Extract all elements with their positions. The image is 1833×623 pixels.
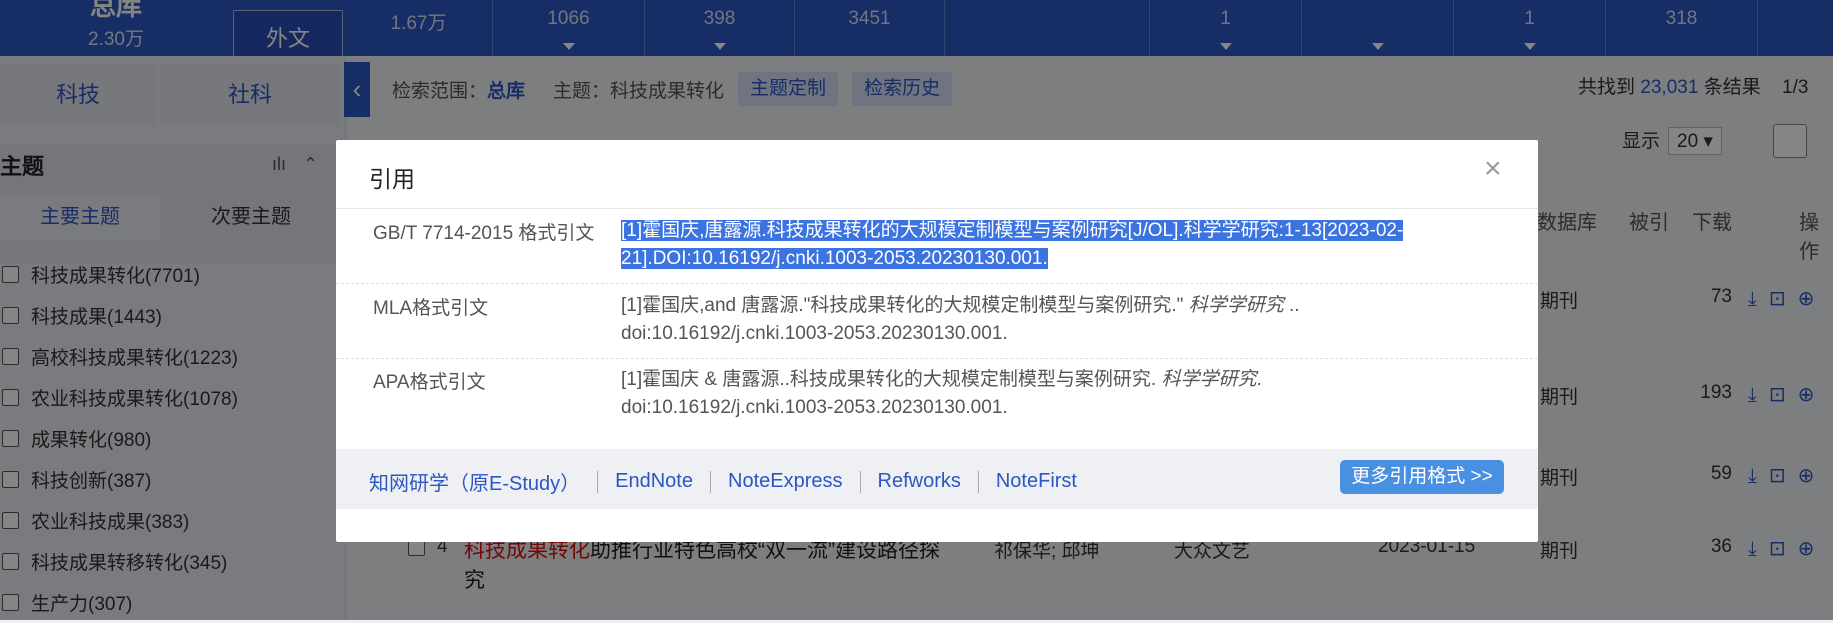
more-formats-button[interactable]: 更多引用格式 >>	[1340, 460, 1504, 494]
export-endnote-link[interactable]: EndNote	[615, 470, 693, 493]
export-refworks-link[interactable]: Refworks	[878, 470, 961, 493]
citation-part: .	[1256, 369, 1262, 390]
separator	[859, 470, 861, 493]
selected-citation: [1]霍国庆,唐露源.科技成果转化的大规模定制模型与案例研究[J/OL].科学学…	[621, 220, 1404, 269]
citation-text[interactable]: [1]霍国庆,and 唐露源."科技成果转化的大规模定制模型与案例研究." 科学…	[621, 292, 1451, 348]
dialog-title: 引用	[369, 166, 415, 192]
journal-name: 科学学研究	[1161, 369, 1257, 390]
close-icon[interactable]: ×	[1484, 154, 1502, 184]
citation-dialog: 引用 × GB/T 7714-2015 格式引文 [1]霍国庆,唐露源.科技成果…	[336, 140, 1538, 542]
export-notefirst-link[interactable]: NoteFirst	[996, 470, 1077, 493]
citation-label: MLA格式引文	[373, 298, 489, 319]
separator	[977, 470, 979, 493]
citation-part: [1]霍国庆,and 唐露源."科技成果转化的大规模定制模型与案例研究."	[621, 295, 1189, 316]
separator	[597, 470, 599, 493]
citation-row-gbt: GB/T 7714-2015 格式引文 [1]霍国庆,唐露源.科技成果转化的大规…	[336, 209, 1538, 284]
journal-name: 科学学研究	[1188, 295, 1284, 316]
citation-text[interactable]: [1]霍国庆,唐露源.科技成果转化的大规模定制模型与案例研究[J/OL].科学学…	[621, 217, 1451, 273]
export-estudy-link[interactable]: 知网研学（原E-Study）	[369, 467, 580, 496]
citation-doi: doi:10.16192/j.cnki.1003-2053.20230130.0…	[621, 323, 1008, 344]
citation-row-mla: MLA格式引文 [1]霍国庆,and 唐露源."科技成果转化的大规模定制模型与案…	[336, 284, 1538, 359]
citation-part: [1]霍国庆 & 唐露源..科技成果转化的大规模定制模型与案例研究.	[621, 369, 1162, 390]
citation-doi: doi:10.16192/j.cnki.1003-2053.20230130.0…	[621, 397, 1008, 418]
citation-row-apa: APA格式引文 [1]霍国庆 & 唐露源..科技成果转化的大规模定制模型与案例研…	[336, 359, 1538, 434]
export-noteexpress-link[interactable]: NoteExpress	[728, 470, 843, 493]
citation-label: APA格式引文	[373, 372, 486, 393]
citation-text[interactable]: [1]霍国庆 & 唐露源..科技成果转化的大规模定制模型与案例研究. 科学学研究…	[621, 366, 1451, 422]
citation-part: ..	[1283, 295, 1300, 316]
export-links: 知网研学（原E-Study） EndNote NoteExpress Refwo…	[369, 467, 1077, 496]
citation-label: GB/T 7714-2015 格式引文	[373, 223, 595, 244]
export-links-bar: 知网研学（原E-Study） EndNote NoteExpress Refwo…	[336, 449, 1538, 509]
separator	[710, 470, 711, 493]
